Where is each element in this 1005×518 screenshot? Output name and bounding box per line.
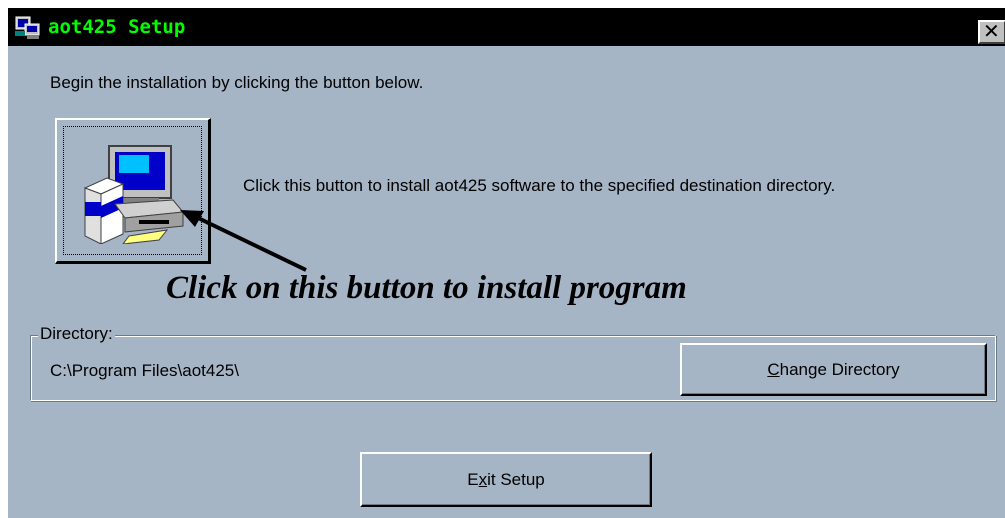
setup-window: aot425 Setup ✕ Begin the installation by… — [8, 8, 1005, 518]
directory-path: C:\Program Files\aot425\ — [50, 361, 239, 380]
change-directory-label: hange Directory — [779, 359, 900, 379]
exit-label-end: it Setup — [487, 469, 545, 489]
exit-label-start: E — [467, 469, 479, 489]
annotation-arrow — [180, 210, 307, 272]
directory-legend: Directory: — [38, 324, 115, 344]
exit-setup-button[interactable]: Ex it Setup — [360, 452, 652, 507]
change-directory-mnemonic: C — [767, 359, 780, 379]
annotation-text: Click on this button to install program — [166, 270, 687, 306]
change-directory-button[interactable]: Change Directory — [680, 343, 987, 396]
exit-mnemonic: x — [478, 469, 488, 489]
